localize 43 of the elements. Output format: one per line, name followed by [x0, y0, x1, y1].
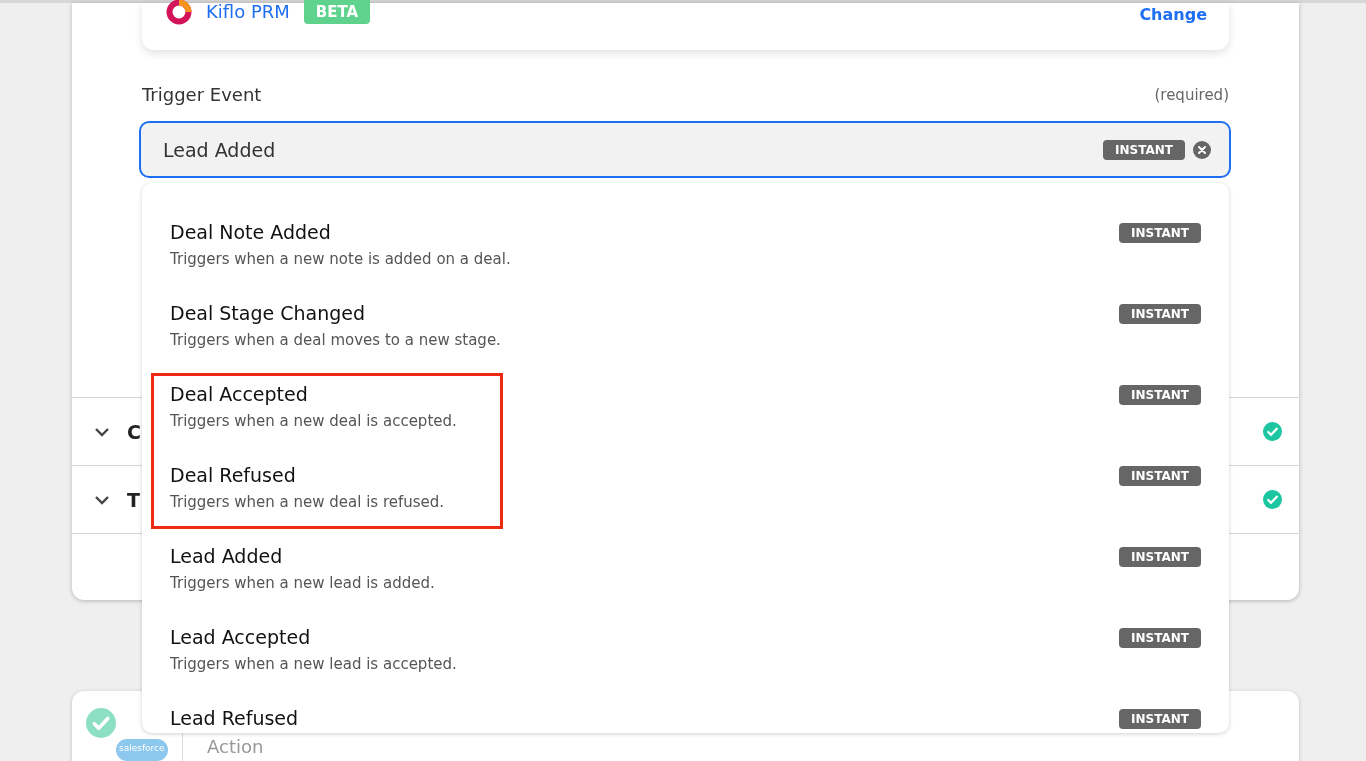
dropdown-option[interactable]: Deal Stage Changed Triggers when a deal moves to a new stage. INSTANT — [142, 286, 1229, 367]
instant-badge: INSTANT — [1119, 628, 1201, 648]
field-label: Trigger Event — [142, 83, 262, 107]
dropdown-option[interactable]: Lead Refused INSTANT — [142, 691, 1229, 733]
beta-badge: BETA — [303, 0, 371, 24]
dropdown-option[interactable]: Deal Refused Triggers when a new deal is refused. INSTANT — [142, 448, 1229, 529]
section-title: C — [127, 420, 141, 443]
option-description: Triggers when a new deal is refused. — [170, 492, 445, 513]
option-title: Lead Accepted — [170, 625, 312, 650]
instant-badge: INSTANT — [1119, 223, 1201, 243]
option-title: Deal Stage Changed — [170, 301, 367, 326]
option-title: Deal Refused — [170, 463, 297, 488]
option-title: Deal Accepted — [170, 382, 309, 407]
change-link[interactable]: Change — [1139, 5, 1207, 25]
instant-badge: INSTANT — [1119, 385, 1201, 405]
option-description: Triggers when a new note is added on a deal. — [170, 249, 511, 270]
instant-badge: INSTANT — [1103, 139, 1185, 160]
option-title: Lead Added — [170, 544, 284, 569]
dropdown-option[interactable]: Deal Note Added Triggers when a new note is added on a deal. INSTANT — [142, 205, 1229, 286]
step-type-label: Action — [207, 735, 264, 759]
required-label: (required) — [1154, 85, 1229, 106]
option-title: Lead Refused — [170, 706, 299, 731]
chevron-down-icon — [94, 425, 110, 438]
instant-badge: INSTANT — [1119, 466, 1201, 486]
trigger-event-select[interactable]: Lead Added INSTANT — [139, 121, 1231, 178]
clear-icon[interactable] — [1193, 140, 1211, 159]
instant-badge: INSTANT — [1119, 304, 1201, 324]
instant-badge: INSTANT — [1119, 709, 1201, 729]
dropdown-option[interactable]: Lead Added Triggers when a new lead is added. INSTANT — [142, 529, 1229, 610]
chevron-down-icon — [94, 493, 110, 506]
ring-logo-icon — [166, 0, 192, 25]
select-value: Lead Added — [163, 138, 277, 161]
option-description: Triggers when a deal moves to a new stage. — [170, 330, 501, 351]
option-description: Triggers when a new lead is added. — [170, 573, 435, 594]
section-title: T — [127, 488, 140, 511]
instant-badge: INSTANT — [1119, 547, 1201, 567]
option-description: Triggers when a new deal is accepted. — [170, 411, 457, 432]
option-description: Triggers when a new lead is accepted. — [170, 654, 457, 675]
option-title: Deal Note Added — [170, 220, 332, 245]
dropdown-option[interactable]: Deal Accepted Triggers when a new deal is accepted. INSTANT — [142, 367, 1229, 448]
app-name: Kiflo PRM — [206, 0, 290, 24]
cloud-logo: salesforce — [116, 739, 168, 761]
dropdown-option[interactable]: Lead Accepted Triggers when a new lead is accepted. INSTANT — [142, 610, 1229, 691]
